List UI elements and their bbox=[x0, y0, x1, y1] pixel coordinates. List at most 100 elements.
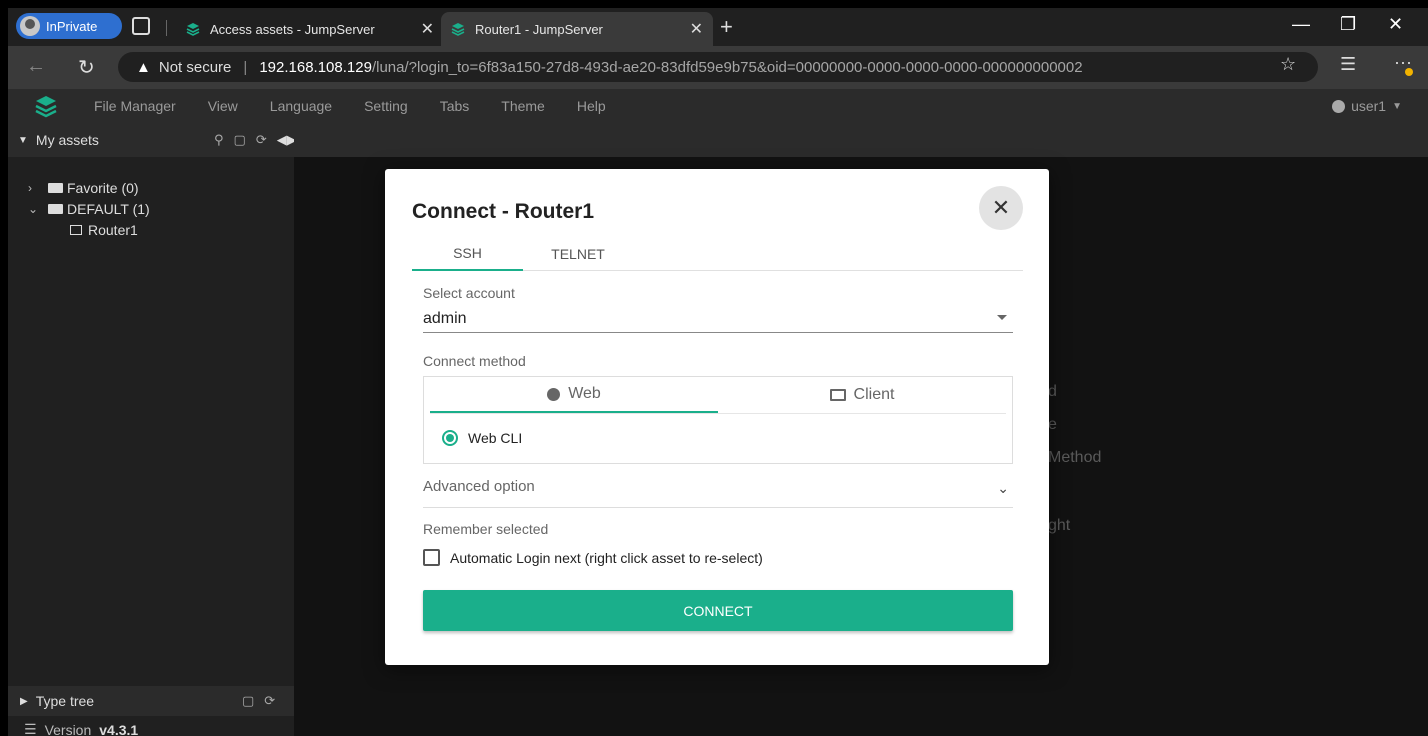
auto-login-option[interactable]: Automatic Login next (right click asset … bbox=[423, 549, 763, 566]
background-hint: e bbox=[1048, 416, 1057, 433]
my-assets-header[interactable]: ▼ My assets ⚲ ▢ ⟳ ◀▶ bbox=[8, 123, 297, 157]
address-bar[interactable]: ▲ Not secure | 192.168.108.129 /luna/?lo… bbox=[118, 52, 1318, 82]
tree-node-label: DEFAULT (1) bbox=[67, 200, 150, 217]
folder-icon bbox=[48, 182, 63, 193]
favorite-star-icon[interactable]: ☆ bbox=[1280, 54, 1296, 75]
select-account-label: Select account bbox=[423, 285, 515, 301]
remember-selected-label: Remember selected bbox=[423, 521, 549, 537]
app-menubar: File Manager View Language Setting Tabs … bbox=[8, 89, 1428, 123]
auto-login-label: Automatic Login next (right click asset … bbox=[450, 549, 763, 566]
folder-open-icon bbox=[48, 203, 63, 214]
chevron-down-icon: ⌄ bbox=[997, 480, 1009, 496]
caret-down-icon: ▼ bbox=[18, 134, 28, 146]
terminal-icon bbox=[70, 224, 82, 235]
dropdown-arrow-icon bbox=[997, 315, 1007, 320]
refresh-icon[interactable]: ⟳ bbox=[264, 693, 275, 709]
method-tabs-divider bbox=[430, 413, 1006, 414]
dialog-title: Connect - Router1 bbox=[412, 200, 595, 223]
tree-node-label: Router1 bbox=[88, 221, 138, 238]
version-info: ☰ Version v4.3.1 bbox=[8, 721, 138, 736]
background-hint: ght bbox=[1048, 517, 1071, 534]
square-icon[interactable]: ▢ bbox=[234, 132, 246, 148]
menu-theme[interactable]: Theme bbox=[501, 98, 545, 114]
connect-method-label: Connect method bbox=[423, 353, 526, 369]
tab-router1[interactable]: Router1 - JumpServer ✕ bbox=[441, 12, 713, 46]
tree-node-router1[interactable]: Router1 bbox=[28, 219, 294, 240]
inprivate-label: InPrivate bbox=[46, 18, 98, 34]
protocol-tabs: SSH TELNET bbox=[412, 237, 1023, 271]
method-tab-web[interactable]: Web bbox=[430, 377, 718, 413]
back-arrow-icon[interactable]: ← bbox=[26, 55, 46, 78]
connect-dialog: Connect - Router1 ✕ SSH TELNET Select ac… bbox=[385, 169, 1049, 665]
menu-language[interactable]: Language bbox=[270, 98, 332, 114]
user-menu[interactable]: user1 ▼ bbox=[1332, 98, 1402, 114]
menu-file-manager[interactable]: File Manager bbox=[94, 98, 176, 114]
url-path: /luna/?login_to=6f83a150-27d8-493d-ae20-… bbox=[371, 58, 1083, 76]
close-window-icon[interactable]: ✕ bbox=[1388, 14, 1403, 35]
user-name: user1 bbox=[1351, 98, 1387, 114]
inprivate-button[interactable]: InPrivate bbox=[16, 13, 122, 39]
tree-node-default[interactable]: ⌄ DEFAULT (1) bbox=[28, 198, 294, 219]
jumpserver-logo-icon bbox=[35, 96, 57, 118]
menu-help[interactable]: Help bbox=[577, 98, 606, 114]
chevron-right-icon[interactable]: › bbox=[28, 181, 48, 195]
asset-sidebar: ▼ My assets ⚲ ▢ ⟳ ◀▶ › Favorite (0) ⌄ DE… bbox=[8, 123, 297, 736]
reload-icon[interactable]: ↻ bbox=[78, 55, 95, 80]
background-hint: Method bbox=[1048, 449, 1102, 466]
tab-access-assets[interactable]: Access assets - JumpServer ✕ bbox=[176, 12, 444, 46]
chevron-down-icon[interactable]: ⌄ bbox=[28, 202, 48, 216]
method-tab-label: Web bbox=[568, 385, 601, 402]
caret-down-icon: ▼ bbox=[1392, 100, 1402, 112]
tab-telnet[interactable]: TELNET bbox=[523, 237, 633, 271]
caret-right-icon: ▶ bbox=[20, 695, 28, 707]
new-tab-button[interactable]: + bbox=[720, 14, 733, 40]
account-select[interactable]: admin bbox=[423, 305, 1013, 333]
tab-title: Access assets - JumpServer bbox=[210, 21, 375, 37]
square-icon[interactable]: ▢ bbox=[242, 693, 254, 709]
type-tree-tools: ▢ ⟳ bbox=[242, 693, 275, 709]
tree-node-favorite[interactable]: › Favorite (0) bbox=[28, 177, 294, 198]
profile-avatar-icon bbox=[20, 16, 40, 36]
warning-triangle-icon[interactable]: ▲ bbox=[136, 59, 151, 76]
method-tab-client[interactable]: Client bbox=[718, 377, 1006, 413]
search-icon[interactable]: ⚲ bbox=[214, 132, 224, 148]
type-tree-header[interactable]: ▶ Type tree ▢ ⟳ bbox=[8, 686, 294, 716]
auto-login-checkbox[interactable] bbox=[423, 549, 440, 566]
method-tab-label: Client bbox=[853, 386, 895, 403]
tab-title: Router1 - JumpServer bbox=[475, 21, 603, 37]
tab-ssh[interactable]: SSH bbox=[412, 237, 523, 271]
url-host: 192.168.108.129 bbox=[259, 58, 372, 76]
jumpserver-favicon-icon bbox=[186, 23, 200, 36]
globe-icon bbox=[547, 387, 561, 401]
tab-strip: InPrivate Access assets - JumpServer ✕ R… bbox=[8, 8, 1428, 46]
security-label[interactable]: Not secure bbox=[159, 59, 232, 76]
close-dialog-button[interactable]: ✕ bbox=[979, 186, 1023, 230]
main-header bbox=[294, 123, 1428, 157]
web-cli-option[interactable]: Web CLI bbox=[442, 430, 522, 446]
background-hint: d bbox=[1048, 383, 1057, 400]
favorites-list-icon[interactable]: ☰ bbox=[1340, 54, 1356, 75]
monitor-icon bbox=[829, 389, 846, 401]
tab-close-icon[interactable]: ✕ bbox=[421, 19, 434, 39]
menu-tabs[interactable]: Tabs bbox=[440, 98, 470, 114]
connect-method-panel: Web Client Web CLI bbox=[423, 376, 1013, 464]
version-label: Version bbox=[44, 721, 92, 736]
browser-window: InPrivate Access assets - JumpServer ✕ R… bbox=[8, 8, 1428, 736]
tab-close-icon[interactable]: ✕ bbox=[690, 19, 703, 39]
menu-view[interactable]: View bbox=[208, 98, 238, 114]
user-icon bbox=[1332, 99, 1346, 113]
list-icon: ☰ bbox=[24, 721, 37, 736]
restore-icon[interactable]: ❐ bbox=[1340, 14, 1356, 35]
tree-tools: ⚲ ▢ ⟳ ◀▶ bbox=[214, 132, 297, 148]
advanced-option-label: Advanced option bbox=[423, 478, 535, 495]
tree-node-label: Favorite (0) bbox=[67, 179, 139, 196]
minimize-icon[interactable]: — bbox=[1292, 14, 1310, 35]
menu-setting[interactable]: Setting bbox=[364, 98, 408, 114]
connect-button[interactable]: CONNECT bbox=[423, 590, 1013, 631]
web-cli-label: Web CLI bbox=[468, 430, 523, 446]
advanced-option-expander[interactable]: Advanced option ⌄ bbox=[423, 478, 1013, 508]
tab-actions-icon[interactable] bbox=[132, 17, 150, 35]
refresh-icon[interactable]: ⟳ bbox=[256, 132, 267, 148]
radio-selected-icon[interactable] bbox=[442, 430, 458, 446]
type-tree-label: Type tree bbox=[35, 693, 95, 709]
